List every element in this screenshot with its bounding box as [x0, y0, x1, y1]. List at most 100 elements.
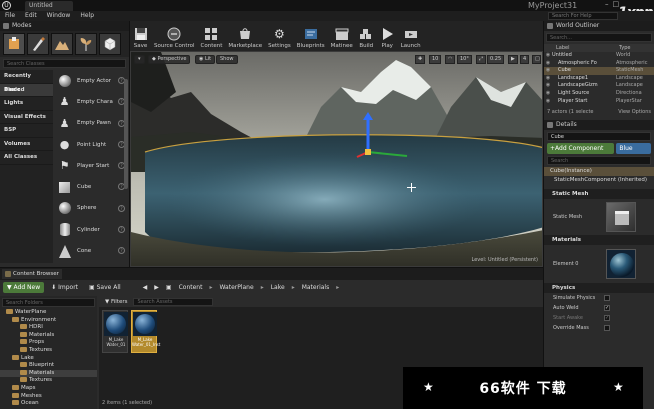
place-item-empty-pawn[interactable]: ♟ Empty Pawn ? — [53, 113, 129, 134]
static-mesh-thumbnail[interactable] — [606, 202, 636, 233]
place-item-player-start[interactable]: ⚑ Player Start ? — [53, 155, 129, 176]
tree-item-lake-textures[interactable]: Textures — [0, 377, 97, 385]
forward-arrow-icon[interactable]: ▶ — [154, 284, 159, 291]
save-button[interactable]: Save — [130, 21, 151, 51]
search-help-input[interactable]: Search For Help — [548, 12, 618, 20]
eye-icon[interactable]: ◉ — [544, 75, 552, 83]
help-icon[interactable]: ? — [118, 204, 125, 212]
breadcrumb-materials[interactable]: Materials — [302, 284, 330, 291]
override-mass-checkbox[interactable] — [604, 325, 610, 332]
save-all-button[interactable]: ▣ Save All — [85, 282, 125, 293]
build-button[interactable]: Build — [356, 21, 377, 51]
matinee-button[interactable]: Matinee — [328, 21, 356, 51]
maximize-viewport-icon[interactable]: □ — [532, 55, 541, 64]
tree-item-maps[interactable]: Maps — [0, 384, 97, 393]
tree-item-meshes[interactable]: Meshes — [0, 392, 97, 401]
settings-button[interactable]: ⚙ Settings — [265, 21, 294, 51]
outliner-row[interactable]: ◉ LandscapeGizm Landscape — [544, 82, 654, 90]
eye-icon[interactable]: ◉ — [544, 90, 552, 98]
actor-name-field[interactable]: Cube — [547, 132, 651, 142]
help-icon[interactable]: ? — [118, 226, 125, 234]
world-outliner-tab[interactable]: World Outliner — [544, 21, 654, 31]
category-lights[interactable]: Lights — [0, 97, 53, 111]
content-browser-tab[interactable]: Content Browser — [2, 269, 62, 279]
rotation-snap-value[interactable]: 10° — [457, 55, 472, 64]
outliner-search-input[interactable]: Search... — [546, 33, 652, 42]
minimize-icon[interactable]: – — [605, 0, 609, 8]
eye-icon[interactable]: ◉ — [544, 60, 552, 68]
outliner-row[interactable]: ◉ Player Start PlayerStar — [544, 98, 654, 106]
geometry-mode-icon[interactable] — [99, 33, 121, 55]
level-tab[interactable]: Untitled — [25, 1, 73, 11]
component-row-static-mesh[interactable]: StaticMeshComponent (Inherited) — [544, 176, 654, 185]
outliner-col-label[interactable]: Label — [556, 44, 619, 52]
breadcrumb-separator-icon[interactable]: ▸ — [336, 284, 339, 291]
outliner-row[interactable]: ◉ Atmospheric Fo Atmospheric — [544, 60, 654, 68]
viewport-options-button[interactable]: ▾ — [134, 55, 145, 64]
place-item-point-light[interactable]: ● Point Light ? — [53, 134, 129, 155]
category-bsp[interactable]: BSP — [0, 124, 53, 138]
help-icon[interactable]: ? — [118, 247, 125, 255]
filters-button[interactable]: ▼ Filters — [102, 299, 130, 305]
source-control-button[interactable]: Source Control — [151, 21, 198, 51]
eye-icon[interactable]: ◉ — [544, 82, 552, 90]
scale-snap-icon[interactable]: ⤢ — [476, 55, 487, 64]
play-button[interactable]: Play — [377, 21, 398, 51]
content-button[interactable]: Content — [198, 21, 226, 51]
tree-item-materials[interactable]: Materials — [0, 331, 97, 340]
outliner-row[interactable]: ◉ Untitled World — [544, 52, 654, 60]
outliner-row[interactable]: ◉ Light Source Directiona — [544, 90, 654, 98]
breadcrumb-waterplane[interactable]: WaterPlane — [219, 284, 253, 291]
static-mesh-section[interactable]: Static Mesh — [544, 189, 654, 200]
menu-window[interactable]: Window — [47, 11, 71, 21]
show-button[interactable]: Show — [216, 55, 238, 64]
paint-mode-icon[interactable] — [27, 33, 49, 55]
tree-item-blueprint[interactable]: Blueprint — [0, 362, 97, 370]
lit-button[interactable]: ◉ Lit — [195, 55, 216, 64]
tree-item-lake[interactable]: Lake — [0, 354, 97, 363]
tree-item-lake-materials[interactable]: Materials — [0, 369, 97, 378]
marketplace-button[interactable]: Marketplace — [225, 21, 265, 51]
rotate-snap-icon[interactable]: ◠ — [445, 55, 456, 64]
modes-tab[interactable]: Modes — [0, 21, 129, 31]
tree-item-environment[interactable]: Environment — [0, 316, 97, 325]
asset-tile-selected[interactable]: M_Lake Water_01_Inst — [131, 310, 160, 353]
outliner-row[interactable]: ◉ Landscape1 Landscape — [544, 75, 654, 83]
place-item-cone[interactable]: Cone ? — [53, 240, 129, 261]
translate-tool-icon[interactable]: ✚ — [415, 55, 426, 64]
component-row-instance[interactable]: Cube(Instance) — [544, 167, 654, 177]
place-mode-icon[interactable] — [3, 33, 25, 55]
tree-item-props[interactable]: Props — [0, 339, 97, 347]
material-thumbnail[interactable] — [606, 249, 636, 280]
tree-item-waterplane[interactable]: WaterPlane — [0, 309, 97, 317]
view-options-button[interactable]: View Options — [618, 107, 651, 117]
breadcrumb-separator-icon[interactable]: ▸ — [292, 284, 295, 291]
eye-icon[interactable]: ◉ — [544, 67, 552, 75]
category-basic[interactable]: Basic — [0, 83, 53, 97]
eye-icon[interactable]: ◉ — [544, 98, 552, 106]
search-classes-input[interactable]: Search Classes — [3, 59, 126, 68]
category-recently-placed[interactable]: Recently Placed — [0, 70, 53, 93]
materials-section[interactable]: Materials — [544, 235, 654, 246]
simulate-physics-checkbox[interactable] — [604, 295, 610, 302]
menu-edit[interactable]: Edit — [25, 11, 37, 21]
details-tab[interactable]: Details — [544, 120, 654, 131]
menu-file[interactable]: File — [5, 11, 15, 21]
camera-speed-value[interactable]: 4 — [520, 55, 530, 64]
category-visual-effects[interactable]: Visual Effects — [0, 111, 53, 124]
breadcrumb-lake[interactable]: Lake — [271, 284, 285, 291]
place-item-empty-character[interactable]: ♟ Empty Chara ? — [53, 91, 129, 112]
level-viewport[interactable]: ▾ ◆ Perspective ◉ Lit Show ✚ 10 ◠ 10° ⤢ … — [130, 51, 543, 267]
tree-item-textures[interactable]: Textures — [0, 346, 97, 355]
breadcrumb-separator-icon[interactable]: ▸ — [209, 284, 212, 291]
place-item-cube[interactable]: Cube ? — [53, 176, 129, 197]
breadcrumb-separator-icon[interactable]: ▸ — [261, 284, 264, 291]
menu-help[interactable]: Help — [80, 11, 94, 21]
search-assets-input[interactable]: Search Assets — [133, 297, 214, 306]
import-button[interactable]: ⬇ Import — [47, 282, 82, 293]
blueprint-button[interactable]: Blue — [616, 143, 651, 155]
perspective-button[interactable]: ◆ Perspective — [148, 55, 191, 64]
add-new-button[interactable]: ▼ Add New — [3, 281, 45, 293]
place-item-empty-actor[interactable]: Empty Actor ? — [53, 70, 129, 91]
place-item-cylinder[interactable]: Cylinder ? — [53, 219, 129, 240]
